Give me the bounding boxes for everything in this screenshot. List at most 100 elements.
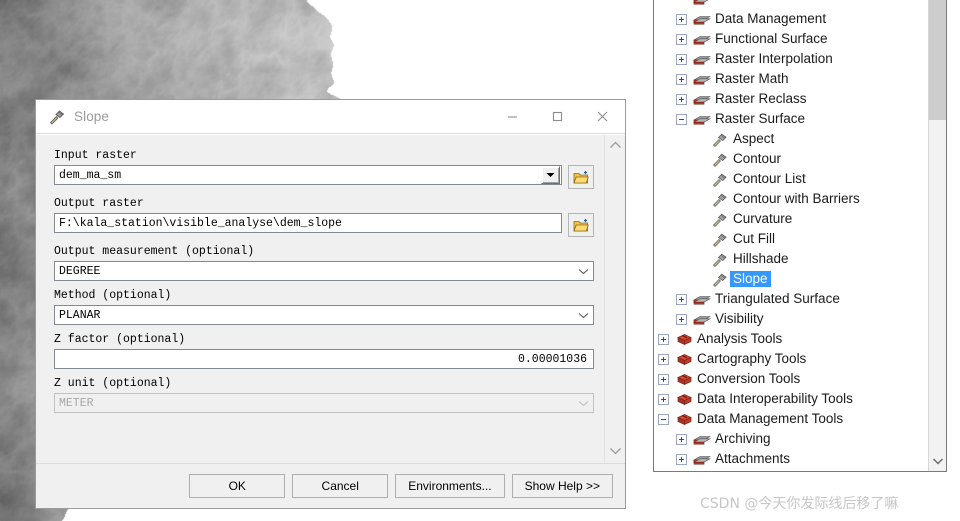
method-combo[interactable]: PLANAR — [54, 305, 594, 325]
expand-icon[interactable] — [676, 313, 687, 325]
input-raster-browse-button[interactable] — [568, 165, 594, 189]
dialog-titlebar[interactable]: Slope — [36, 100, 625, 134]
scrollbar-thumb[interactable] — [929, 0, 946, 120]
tree-item-contour[interactable]: Contour — [654, 149, 928, 169]
expand-icon[interactable] — [676, 433, 687, 445]
tree-item-hillshade[interactable]: Hillshade — [654, 249, 928, 269]
z-factor-input[interactable]: 0.00001036 — [54, 349, 594, 369]
tree-item-contour-list[interactable]: Contour List — [654, 169, 928, 189]
toolset-icon — [692, 432, 712, 446]
tree-item-label: Data Interoperability Tools — [697, 391, 853, 406]
maximize-icon[interactable] — [535, 101, 580, 133]
tree-item-label: Aspect — [733, 131, 775, 146]
tree-item-curvature[interactable]: Curvature — [654, 209, 928, 229]
tree-item-raster-interpolation[interactable]: Raster Interpolation — [654, 49, 928, 69]
open-folder-icon — [572, 170, 589, 183]
close-icon[interactable] — [580, 101, 625, 133]
open-folder-icon — [572, 218, 589, 231]
tree-item-triangulated-surface[interactable]: Triangulated Surface — [654, 289, 928, 309]
expand-icon[interactable] — [658, 353, 669, 365]
tree-item-raster-surface[interactable]: Raster Surface — [654, 109, 928, 129]
tree-item-label: Data Management — [715, 11, 827, 26]
tree-item-contour-with-barriers[interactable]: Contour with Barriers — [654, 189, 928, 209]
input-raster-combo[interactable]: dem_ma_sm — [54, 165, 562, 185]
tree-item-cut-fill[interactable]: Cut Fill — [654, 229, 928, 249]
ok-button[interactable]: OK — [189, 474, 286, 498]
z-unit-row: METER — [54, 393, 594, 413]
tree-item-cartography-tools[interactable]: Cartography Tools — [654, 349, 928, 369]
toolset-icon — [692, 0, 712, 6]
collapse-icon[interactable] — [658, 413, 669, 425]
toolbox-scrollbar[interactable] — [928, 0, 946, 471]
tree-item-archiving[interactable]: Archiving — [654, 429, 928, 449]
z-unit-combo: METER — [54, 393, 594, 413]
expand-icon[interactable] — [676, 293, 687, 305]
chevron-down-icon[interactable] — [929, 453, 946, 469]
show-help-button[interactable]: Show Help >> — [511, 474, 613, 498]
collapse-icon[interactable] — [676, 113, 687, 125]
tree-item-label: Cartography Tools — [697, 351, 807, 366]
tree-item-label: Analysis Tools — [697, 331, 783, 346]
tree-item-label: Visibility — [715, 311, 764, 326]
expand-icon[interactable] — [658, 393, 669, 405]
expand-icon[interactable] — [658, 373, 669, 385]
output-measurement-combo[interactable]: DEGREE — [54, 261, 594, 281]
tree-item-attachments[interactable]: Attachments — [654, 449, 928, 469]
tree-item-slope[interactable]: Slope — [654, 269, 928, 289]
minimize-icon[interactable] — [490, 101, 535, 133]
toolset-icon — [692, 312, 712, 326]
toolset-icon — [692, 52, 712, 66]
tool-icon — [710, 232, 730, 247]
arctoolbox-panel: Data Management Functional Surface Raster … — [653, 0, 947, 472]
tool-icon — [710, 252, 730, 267]
tree-item-label: Cut Fill — [733, 231, 776, 246]
tree-item-label: Raster Math — [715, 71, 789, 86]
chevron-down-icon[interactable] — [609, 447, 622, 455]
output-raster-row: F:\kala_station\visible_analyse\dem_slop… — [54, 213, 594, 237]
method-value: PLANAR — [59, 308, 101, 322]
expand-icon[interactable] — [676, 453, 687, 465]
output-raster-browse-button[interactable] — [568, 213, 594, 237]
tree-item-data-management[interactable]: Data Management — [654, 9, 928, 29]
expand-icon[interactable] — [658, 333, 669, 345]
tree-item-label: Slope — [730, 271, 771, 287]
chevron-down-icon[interactable] — [573, 312, 593, 319]
toolset-icon — [692, 72, 712, 86]
tree-item-label: Triangulated Surface — [715, 291, 840, 306]
tree-item-visibility[interactable]: Visibility — [654, 309, 928, 329]
environments-button[interactable]: Environments... — [395, 474, 505, 498]
dialog-scrollbar[interactable] — [604, 135, 625, 463]
chevron-down-icon[interactable] — [541, 166, 560, 184]
z-unit-value: METER — [59, 396, 94, 410]
tree-item-analysis-tools[interactable]: Analysis Tools — [654, 329, 928, 349]
tree-item-conversion-tools[interactable]: Conversion Tools — [654, 369, 928, 389]
tree-item-raster-reclass[interactable]: Raster Reclass — [654, 89, 928, 109]
expand-icon[interactable] — [676, 53, 687, 65]
tree-item-label: Conversion Tools — [697, 371, 801, 386]
tree-item-label: Functional Surface — [715, 31, 828, 46]
expand-icon[interactable] — [676, 33, 687, 45]
chevron-up-icon[interactable] — [609, 141, 622, 149]
toolset-icon — [692, 112, 712, 126]
tree-item-label: Raster Interpolation — [715, 51, 833, 66]
z-factor-label: Z factor (optional) — [54, 333, 186, 346]
chevron-down-icon[interactable] — [573, 268, 593, 275]
toolset-icon — [692, 12, 712, 26]
tree-item-functional-surface[interactable]: Functional Surface — [654, 29, 928, 49]
input-raster-value: dem_ma_sm — [59, 168, 122, 182]
tree-item-aspect[interactable]: Aspect — [654, 129, 928, 149]
expand-icon[interactable] — [676, 93, 687, 105]
tree-item-clipped[interactable] — [654, 469, 928, 471]
tree-item-data-management-tools[interactable]: Data Management Tools — [654, 409, 928, 429]
output-raster-input[interactable]: F:\kala_station\visible_analyse\dem_slop… — [54, 213, 562, 233]
tree-item-raster-math[interactable]: Raster Math — [654, 69, 928, 89]
expand-icon[interactable] — [676, 73, 687, 85]
dialog-body: Input raster dem_ma_sm Output raster F:\… — [36, 134, 625, 463]
toolbox-icon — [674, 332, 694, 347]
expand-icon[interactable] — [676, 13, 687, 25]
toolbox-tree[interactable]: Data Management Functional Surface Raster … — [654, 0, 928, 471]
tree-item-label: Archiving — [715, 431, 771, 446]
tree-item-data-interoperability-tools[interactable]: Data Interoperability Tools — [654, 389, 928, 409]
tree-item-clipped[interactable] — [654, 0, 928, 9]
cancel-button[interactable]: Cancel — [292, 474, 389, 498]
